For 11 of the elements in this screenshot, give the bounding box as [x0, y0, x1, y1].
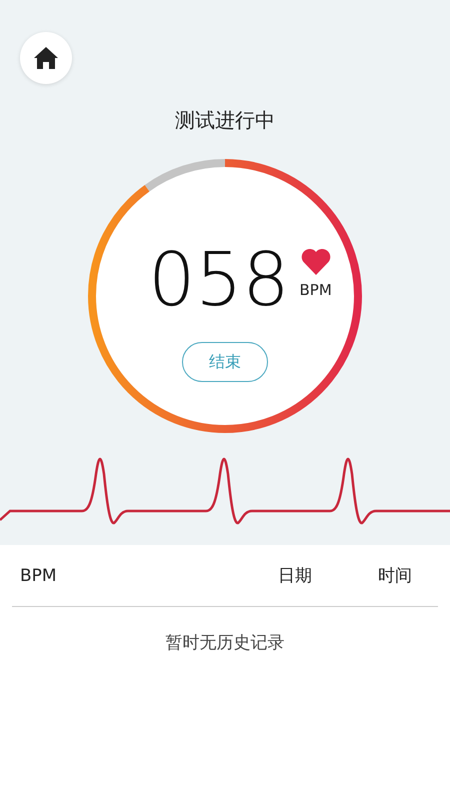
column-header: 时间	[378, 565, 412, 587]
status-title: 测试进行中	[175, 107, 275, 134]
column-header: 日期	[278, 565, 312, 587]
heart-rate-value: 058	[148, 240, 290, 320]
heart-icon	[300, 248, 331, 275]
end-button[interactable]: 结束	[182, 342, 268, 382]
column-header: BPM	[20, 566, 58, 586]
home-icon	[33, 46, 59, 70]
empty-history-message: 暂时无历史记录	[164, 632, 286, 654]
bpm-unit: BPM	[299, 281, 332, 299]
home-button[interactable]	[20, 32, 72, 84]
